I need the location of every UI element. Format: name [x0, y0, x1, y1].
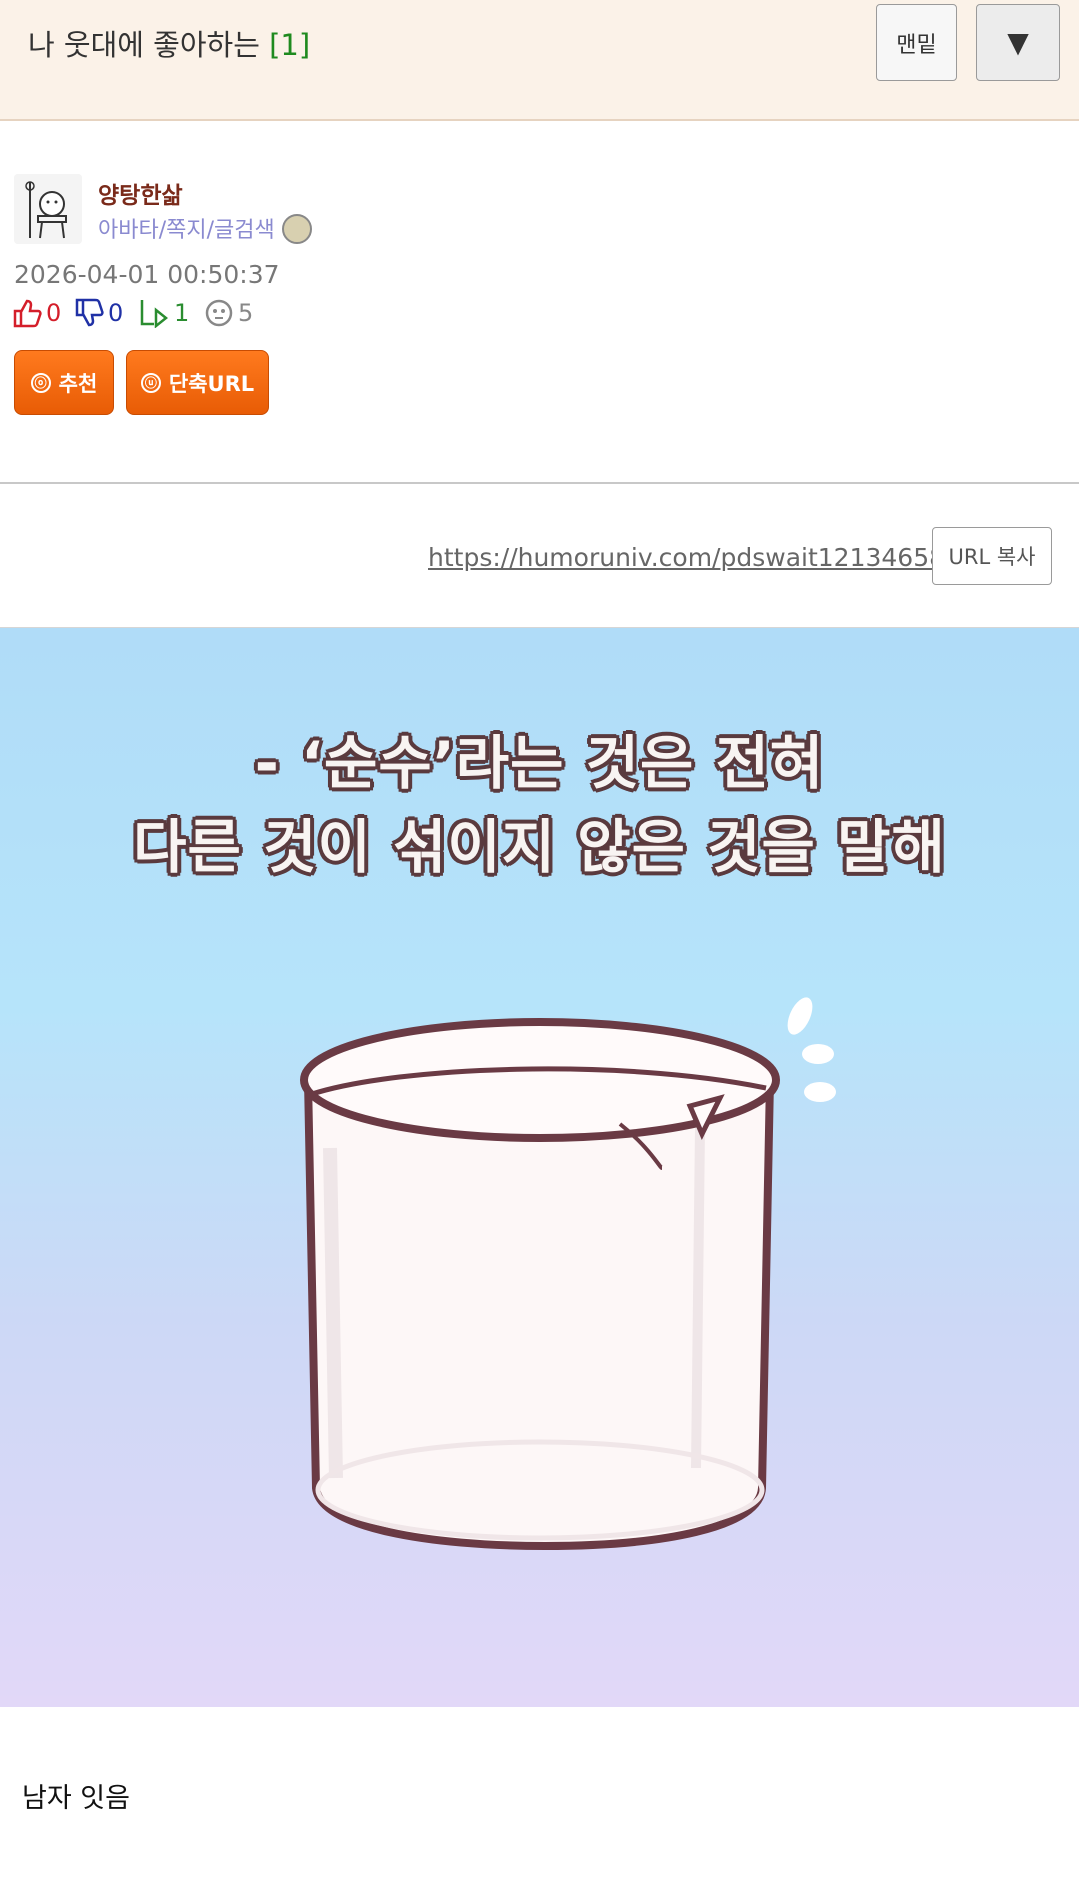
author-links[interactable]: 아바타/쪽지/글검색: [98, 212, 275, 244]
thumbs-down-icon: [75, 298, 104, 327]
recommend-label: 추천: [58, 371, 98, 396]
short-url-label: 단축URL: [168, 371, 255, 396]
reply-count: 1: [174, 299, 190, 327]
recommend-button[interactable]: ⓞ 추천: [14, 350, 114, 415]
divider: [0, 482, 1079, 484]
avatar[interactable]: [14, 174, 82, 244]
image-caption-line2: 다른 것이 섞이지 않은 것을 말해: [133, 813, 946, 881]
author-name[interactable]: 양탕한삶: [98, 176, 183, 210]
copy-url-button[interactable]: URL 복사: [932, 527, 1052, 585]
image-caption-line1: - ‘순수’라는 것은 전혀: [254, 729, 825, 797]
avatar-image: [14, 174, 82, 244]
post-title-text: 나 웃대에 좋아하는: [28, 28, 260, 62]
post-url-link[interactable]: https://humoruniv.com/pdswait12134658: [428, 543, 945, 572]
member-badge-icon: [282, 214, 312, 244]
downvote-count: 0: [108, 299, 124, 327]
upvote-count: 0: [46, 299, 62, 327]
downvote-stat[interactable]: 0: [74, 296, 123, 330]
scroll-bottom-button[interactable]: 맨밑: [876, 4, 957, 81]
view-stat: 5: [204, 296, 253, 330]
thumbs-up-icon: [13, 299, 42, 328]
post-header: 나 웃대에 좋아하는 [1] 맨밑 ▼: [0, 0, 1079, 121]
upvote-stat[interactable]: 0: [12, 296, 61, 330]
face-icon: [205, 299, 233, 327]
comment-count[interactable]: [1]: [269, 28, 310, 62]
post-body-text: 남자 잇음: [22, 1783, 130, 1814]
recommend-icon: ⓞ: [30, 372, 51, 393]
short-url-button[interactable]: ⓤ 단축URL: [126, 350, 269, 415]
reply-icon: [140, 300, 169, 328]
post-title[interactable]: 나 웃대에 좋아하는 [1]: [28, 22, 310, 64]
short-url-icon: ⓤ: [140, 372, 161, 393]
view-count: 5: [238, 299, 254, 327]
post-image: - ‘순수’라는 것은 전혀 다른 것이 섞이지 않은 것을 말해: [0, 627, 1079, 1707]
reply-stat[interactable]: 1: [138, 296, 189, 330]
post-date: 2026-04-01 00:50:37: [14, 260, 280, 289]
toggle-dropdown-button[interactable]: ▼: [976, 4, 1060, 81]
